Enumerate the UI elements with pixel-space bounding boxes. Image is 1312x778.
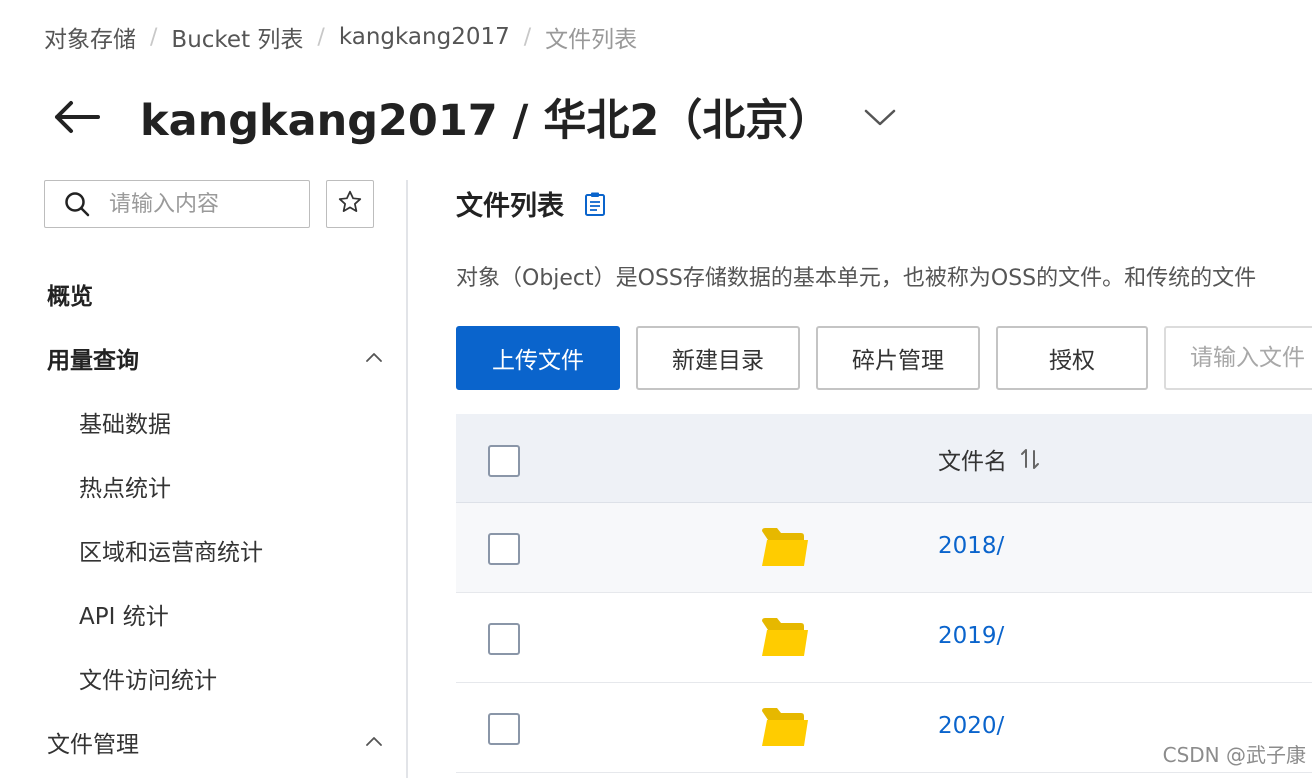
- breadcrumb-object-storage[interactable]: 对象存储: [44, 20, 136, 54]
- chevron-up-icon: [366, 737, 382, 746]
- sidebar-item-label: 区域和运营商统计: [79, 540, 263, 566]
- section-header: 文件列表: [456, 184, 606, 223]
- file-link[interactable]: 2019/: [938, 623, 1004, 649]
- breadcrumb-file-list: 文件列表: [545, 27, 638, 53]
- arrow-left-icon[interactable]: [52, 97, 102, 137]
- sidebar-item-label: API 统计: [79, 604, 169, 630]
- authorize-button[interactable]: 授权: [996, 326, 1148, 390]
- sidebar-item-usage-query[interactable]: 用量查询: [0, 326, 406, 390]
- breadcrumb-separator: /: [317, 24, 325, 50]
- watermark: CSDN @武子康: [1162, 743, 1306, 767]
- file-search-input[interactable]: [1190, 345, 1312, 371]
- page-title: kangkang2017 / 华北2（北京）: [140, 96, 832, 146]
- clipboard-doc-icon[interactable]: [584, 191, 606, 217]
- sidebar-item-label: 用量查询: [47, 348, 139, 374]
- file-link[interactable]: 2018/: [938, 533, 1004, 559]
- breadcrumb-separator: /: [150, 24, 158, 50]
- section-title: 文件列表: [456, 191, 564, 222]
- column-header-filename: 文件名: [938, 442, 1041, 476]
- fragment-management-button[interactable]: 碎片管理: [816, 326, 980, 390]
- table-row: 2018/: [456, 503, 1312, 593]
- breadcrumb: 对象存储 / Bucket 列表 / kangkang2017 / 文件列表: [44, 20, 637, 54]
- upload-file-button[interactable]: 上传文件: [456, 326, 620, 390]
- sidebar-nav: 概览 用量查询 基础数据 热点统计 区域和运营商统计 API 统计 文件访问统计…: [0, 262, 406, 774]
- main-content: 文件列表 对象（Object）是OSS存储数据的基本单元，也被称为OSS的文件。…: [456, 180, 1312, 778]
- section-description: 对象（Object）是OSS存储数据的基本单元，也被称为OSS的文件。和传统的文…: [456, 266, 1257, 291]
- star-icon: [337, 189, 363, 219]
- search-icon: [63, 190, 91, 218]
- sidebar-item-file-access-stats[interactable]: 文件访问统计: [0, 646, 406, 710]
- sidebar-item-label: 文件访问统计: [79, 668, 217, 694]
- file-link[interactable]: 2020/: [938, 713, 1004, 739]
- new-directory-button[interactable]: 新建目录: [636, 326, 800, 390]
- toolbar: 上传文件 新建目录 碎片管理 授权: [456, 326, 1312, 390]
- select-all-checkbox[interactable]: [488, 445, 520, 477]
- sidebar-item-label: 基础数据: [79, 412, 171, 438]
- sort-icon[interactable]: [1019, 447, 1041, 471]
- chevron-down-icon[interactable]: [863, 105, 899, 129]
- sidebar: 概览 用量查询 基础数据 热点统计 区域和运营商统计 API 统计 文件访问统计…: [0, 180, 408, 778]
- page-header: kangkang2017 / 华北2（北京）: [52, 82, 899, 152]
- folder-icon: [762, 528, 808, 566]
- sidebar-search-input[interactable]: [109, 191, 299, 217]
- chevron-up-icon: [366, 353, 382, 362]
- sidebar-item-label: 热点统计: [79, 476, 171, 502]
- file-search: [1164, 326, 1312, 390]
- sidebar-item-file-management[interactable]: 文件管理: [0, 710, 406, 774]
- sidebar-item-label: 概览: [47, 284, 93, 310]
- row-checkbox[interactable]: [488, 623, 520, 655]
- breadcrumb-separator: /: [523, 24, 532, 50]
- sidebar-item-region-carrier-stats[interactable]: 区域和运营商统计: [0, 518, 406, 582]
- sidebar-item-api-stats[interactable]: API 统计: [0, 582, 406, 646]
- sidebar-item-label: 文件管理: [47, 732, 139, 758]
- column-header-label: 文件名: [938, 449, 1007, 475]
- row-checkbox[interactable]: [488, 713, 520, 745]
- folder-icon: [762, 708, 808, 746]
- table-header: 文件名: [456, 414, 1312, 503]
- row-checkbox[interactable]: [488, 533, 520, 565]
- file-table: 文件名 2018/ 2019/ 2020/: [456, 414, 1312, 773]
- breadcrumb-bucket[interactable]: kangkang2017: [339, 24, 510, 50]
- favorite-button[interactable]: [326, 180, 374, 228]
- sidebar-search: [44, 180, 310, 228]
- folder-icon: [762, 618, 808, 656]
- table-row: 2019/: [456, 593, 1312, 683]
- sidebar-item-basic-data[interactable]: 基础数据: [0, 390, 406, 454]
- sidebar-item-hotspot-stats[interactable]: 热点统计: [0, 454, 406, 518]
- sidebar-item-overview[interactable]: 概览: [0, 262, 406, 326]
- breadcrumb-bucket-list[interactable]: Bucket 列表: [171, 20, 303, 54]
